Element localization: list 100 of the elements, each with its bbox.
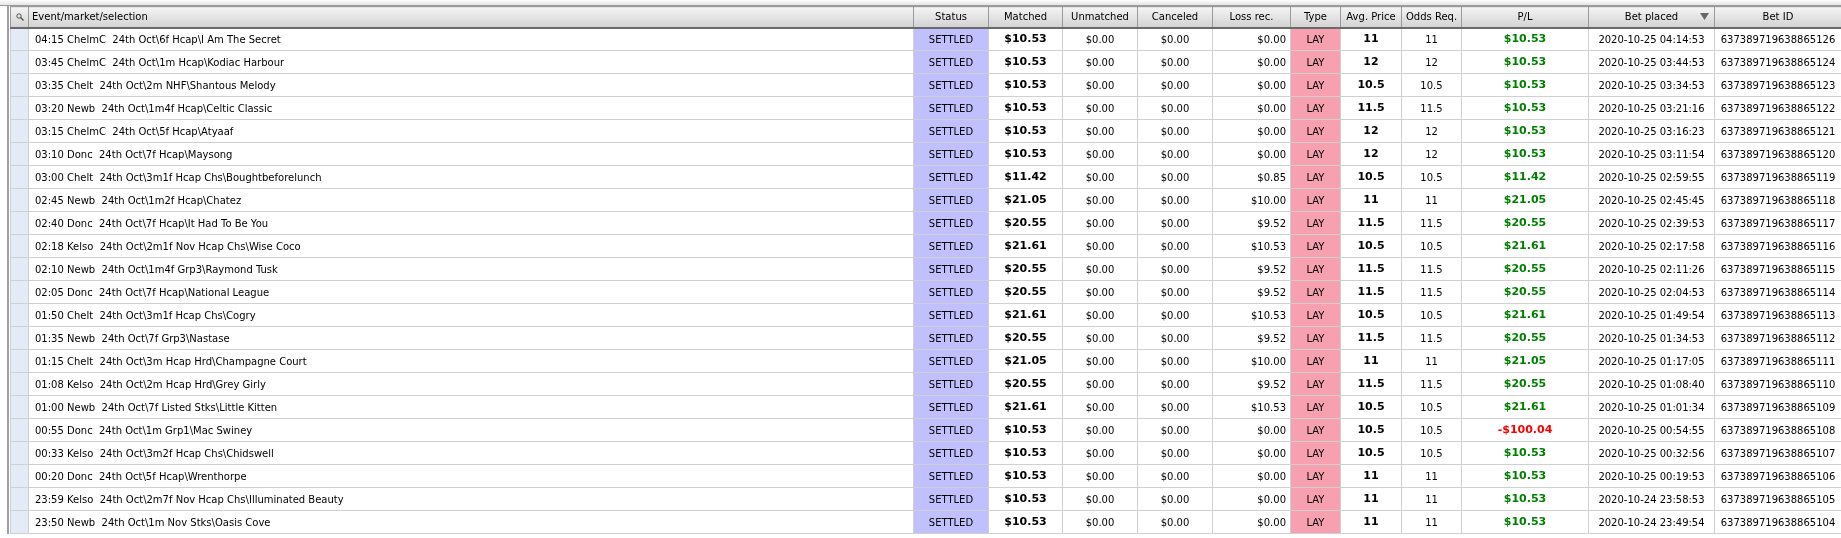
table-cell: $0.00 <box>1137 487 1213 511</box>
table-cell: $10.53 <box>1461 96 1589 120</box>
table-cell: 03:20 Newb 24th Oct\1m4f Hcap\Celtic Classic <box>28 96 914 120</box>
table-cell: $10.53 <box>1461 73 1589 97</box>
table-cell: 2020-10-25 03:34:53 <box>1588 73 1715 97</box>
table-cell: $10.53 <box>988 73 1063 97</box>
table-cell: 23:50 Newb 24th Oct\1m Nov Stks\Oasis Cove <box>28 510 914 534</box>
table-cell: 2020-10-25 01:34:53 <box>1588 326 1715 350</box>
table-cell: 11 <box>1340 188 1402 212</box>
table-cell: $20.55 <box>988 211 1063 235</box>
table-cell: $21.61 <box>1461 303 1589 327</box>
table-cell: $0.00 <box>1212 96 1291 120</box>
table-cell: 11 <box>1401 464 1462 488</box>
table-cell: $0.00 <box>1137 188 1213 212</box>
column-header[interactable]: Bet ID <box>1714 6 1841 28</box>
table-cell: 2020-10-25 02:59:55 <box>1588 165 1715 189</box>
column-header[interactable]: Bet placed <box>1588 6 1715 28</box>
table-cell: $10.53 <box>988 27 1063 51</box>
table-cell: 11 <box>1340 27 1402 51</box>
table-cell: 01:35 Newb 24th Oct\7f Grp3\Nastase <box>28 326 914 350</box>
table-cell: $0.00 <box>1062 441 1138 465</box>
table-cell: 12 <box>1401 50 1462 74</box>
column-header[interactable]: Type <box>1290 6 1341 28</box>
table-cell: $9.52 <box>1212 326 1291 350</box>
table-cell: 11 <box>1401 27 1462 51</box>
table-cell: 01:50 Chelt 24th Oct\3m1f Hcap Chs\Cogry <box>28 303 914 327</box>
table-cell: $20.55 <box>1461 257 1589 281</box>
table-cell: $0.00 <box>1212 50 1291 74</box>
table-cell: $10.53 <box>988 487 1063 511</box>
table-cell: 03:10 Donc 24th Oct\7f Hcap\Maysong <box>28 142 914 166</box>
table-cell: $0.00 <box>1137 27 1213 51</box>
table-cell: 11.5 <box>1401 280 1462 304</box>
table-cell: $0.00 <box>1062 73 1138 97</box>
search-icon[interactable] <box>15 12 24 21</box>
table-cell: 2020-10-25 01:08:40 <box>1588 372 1715 396</box>
table-cell: $9.52 <box>1212 257 1291 281</box>
table-cell: $20.55 <box>1461 326 1589 350</box>
table-cell: $20.55 <box>1461 280 1589 304</box>
table-cell: $10.53 <box>1461 510 1589 534</box>
table-cell: 10.5 <box>1401 395 1462 419</box>
table-cell: 2020-10-25 02:39:53 <box>1588 211 1715 235</box>
table-cell: $0.00 <box>1062 418 1138 442</box>
table-cell: $0.00 <box>1062 165 1138 189</box>
table-cell: $0.00 <box>1062 142 1138 166</box>
table-cell: 00:20 Donc 24th Oct\5f Hcap\Wrenthorpe <box>28 464 914 488</box>
table-cell: 03:00 Chelt 24th Oct\3m1f Hcap Chs\Boughtbeforelunch <box>28 165 914 189</box>
table-cell: $10.53 <box>1461 487 1589 511</box>
table-cell: 11 <box>1340 464 1402 488</box>
table-cell: 2020-10-25 01:49:54 <box>1588 303 1715 327</box>
table-cell: $11.42 <box>988 165 1063 189</box>
table-cell: $9.52 <box>1212 211 1291 235</box>
table-cell: $10.53 <box>1461 27 1589 51</box>
table-cell: $0.00 <box>1062 188 1138 212</box>
column-header[interactable]: Matched <box>988 6 1063 28</box>
table-cell: 11 <box>1401 188 1462 212</box>
table-cell: 10.5 <box>1340 303 1402 327</box>
table-cell: $0.00 <box>1137 50 1213 74</box>
table-cell: 10.5 <box>1401 418 1462 442</box>
table-cell: $0.00 <box>1062 119 1138 143</box>
column-header[interactable]: Odds Req. <box>1401 6 1462 28</box>
table-cell: 2020-10-25 02:04:53 <box>1588 280 1715 304</box>
table-cell: $10.53 <box>1461 50 1589 74</box>
table-cell: $0.00 <box>1212 464 1291 488</box>
table-cell: 12 <box>1401 119 1462 143</box>
row-header[interactable] <box>10 27 29 51</box>
table-cell: $9.52 <box>1212 280 1291 304</box>
table-cell: $21.61 <box>988 395 1063 419</box>
table-cell: $10.53 <box>1461 119 1589 143</box>
column-header[interactable]: Loss rec. <box>1212 6 1291 28</box>
table-cell: $0.00 <box>1137 280 1213 304</box>
table-cell: $20.55 <box>988 372 1063 396</box>
table-cell: 2020-10-25 03:16:23 <box>1588 119 1715 143</box>
column-header[interactable]: Status <box>913 6 989 28</box>
table-cell: 01:15 Chelt 24th Oct\3m Hcap Hrd\Champagne Court <box>28 349 914 373</box>
table-cell: $21.05 <box>988 349 1063 373</box>
column-header[interactable]: Event/market/selection <box>28 6 914 28</box>
table-cell: $9.52 <box>1212 372 1291 396</box>
table-cell: 11 <box>1401 349 1462 373</box>
table-cell: $20.55 <box>988 257 1063 281</box>
table-cell: $0.00 <box>1062 280 1138 304</box>
table-cell: 2020-10-24 23:49:54 <box>1588 510 1715 534</box>
table-cell: 03:45 ChelmC 24th Oct\1m Hcap\Kodiac Harbour <box>28 50 914 74</box>
table-cell: $0.00 <box>1212 441 1291 465</box>
table-cell: $10.53 <box>988 418 1063 442</box>
column-header[interactable]: Canceled <box>1137 6 1213 28</box>
table-cell: 10.5 <box>1340 73 1402 97</box>
table-cell: $0.00 <box>1137 234 1213 258</box>
table-cell: $10.53 <box>1212 395 1291 419</box>
column-header[interactable]: Unmatched <box>1062 6 1138 28</box>
table-cell: 10.5 <box>1401 165 1462 189</box>
table-cell: $0.00 <box>1212 487 1291 511</box>
table-cell: 10.5 <box>1340 441 1402 465</box>
column-header[interactable]: Avg. Price <box>1340 6 1402 28</box>
table-cell: $10.53 <box>988 96 1063 120</box>
table-cell: 11.5 <box>1340 96 1402 120</box>
table-cell: $10.53 <box>988 142 1063 166</box>
table-cell: $0.00 <box>1137 395 1213 419</box>
table-cell: $0.00 <box>1137 372 1213 396</box>
table-cell: $0.00 <box>1212 27 1291 51</box>
column-header[interactable]: P/L <box>1461 6 1589 28</box>
